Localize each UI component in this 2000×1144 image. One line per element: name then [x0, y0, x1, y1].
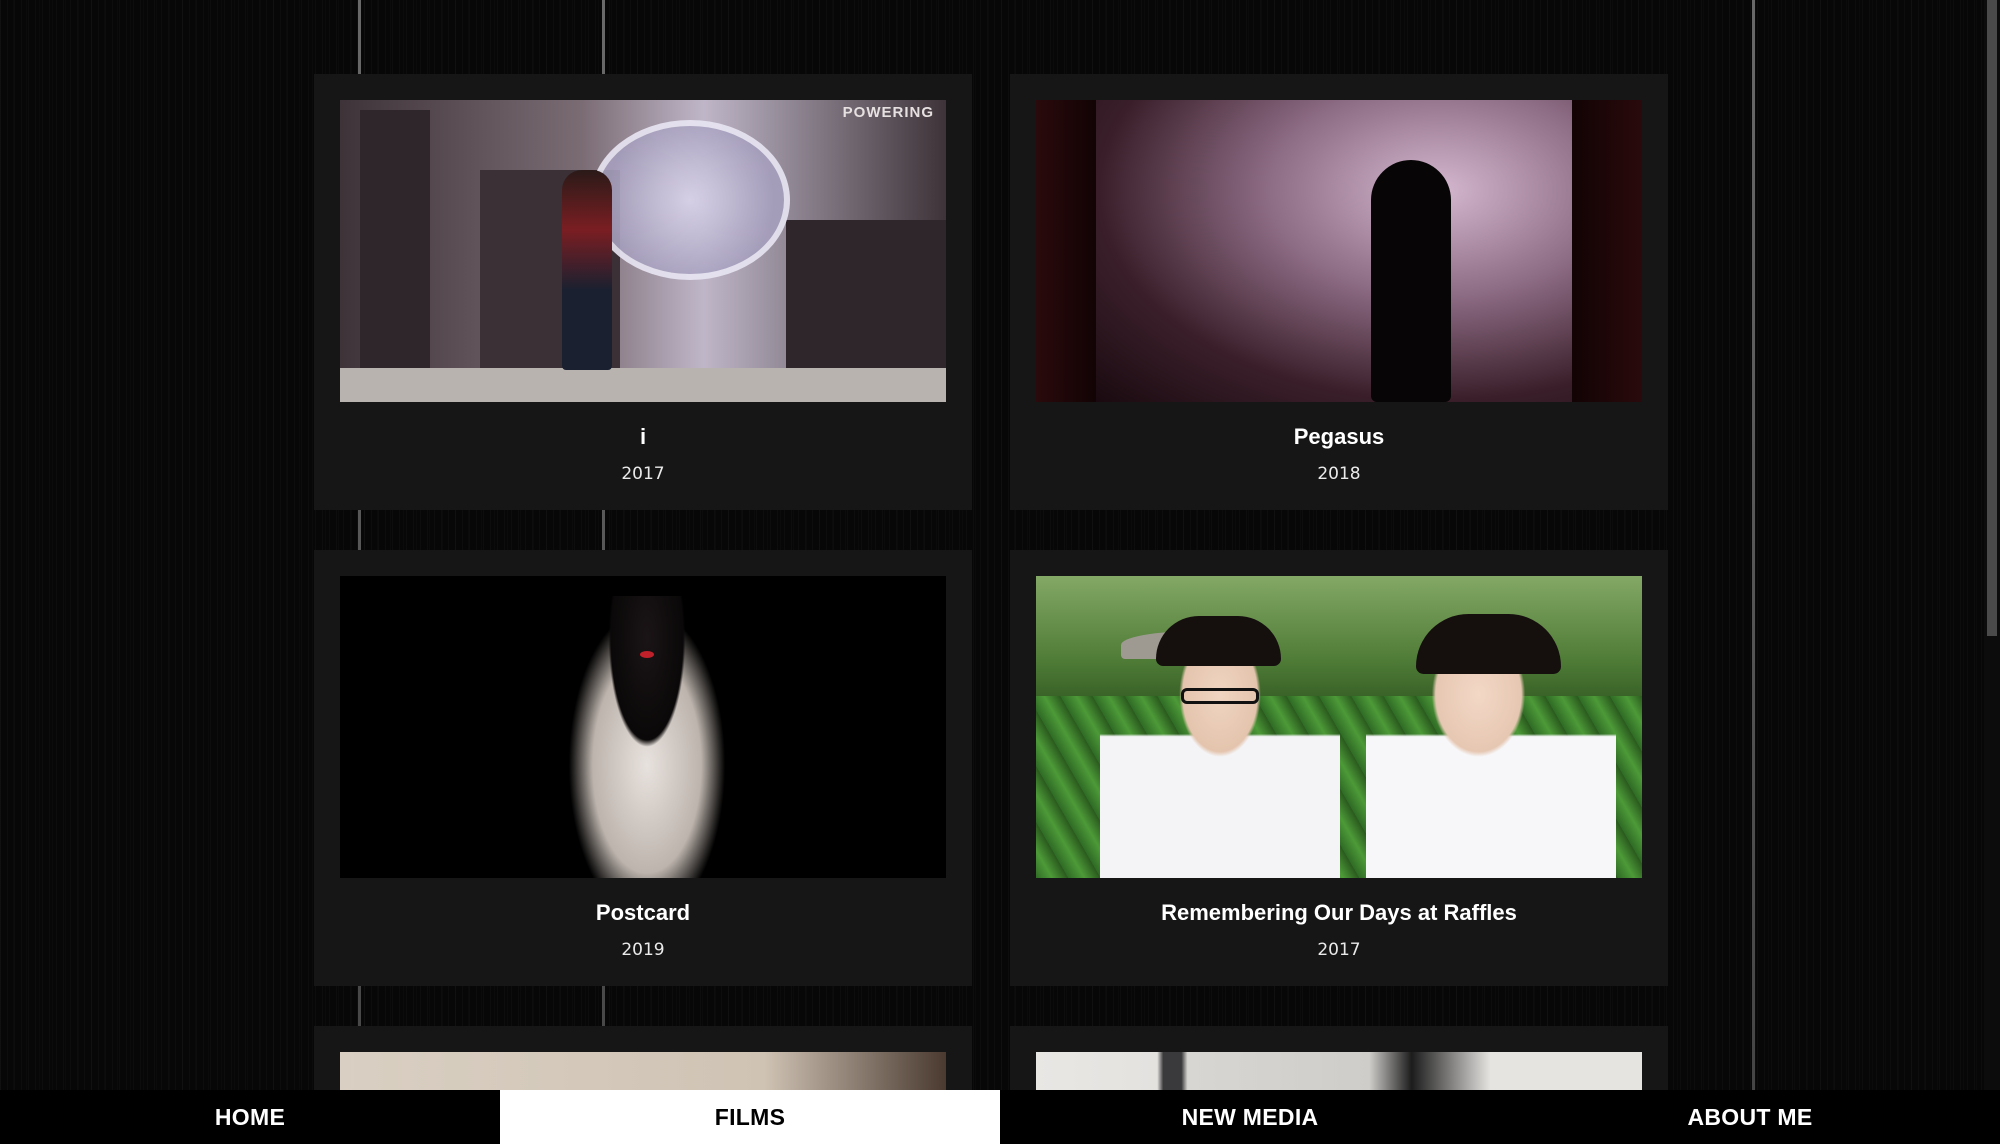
nav-home[interactable]: HOME — [0, 1090, 500, 1144]
mural-sign-text: POWERING — [842, 104, 934, 121]
person-figure — [562, 170, 612, 370]
glasses-detail — [1181, 688, 1259, 704]
film-thumbnail[interactable] — [340, 576, 946, 878]
hair-detail — [1416, 614, 1561, 674]
scrollbar-thumb[interactable] — [1987, 0, 1997, 636]
person-figure — [562, 596, 732, 878]
nav-new-media[interactable]: NEW MEDIA — [1000, 1090, 1500, 1144]
film-year: 2018 — [1317, 464, 1361, 484]
film-card-pegasus[interactable]: Pegasus 2018 — [1010, 74, 1668, 510]
film-card-i[interactable]: POWERING i 2017 — [314, 74, 972, 510]
film-title[interactable]: i — [314, 424, 972, 450]
film-thumbnail[interactable]: POWERING — [340, 100, 946, 402]
film-year: 2019 — [621, 940, 665, 960]
nav-about-me[interactable]: ABOUT ME — [1500, 1090, 2000, 1144]
film-scratch-line — [1752, 0, 1755, 1090]
film-thumbnail[interactable] — [1036, 576, 1642, 878]
film-title[interactable]: Pegasus — [1010, 424, 1668, 450]
film-grain-background — [0, 0, 2000, 1144]
film-card-remembering-our-days-at-raffles[interactable]: Remembering Our Days at Raffles 2017 — [1010, 550, 1668, 986]
film-card-postcard[interactable]: Postcard 2019 — [314, 550, 972, 986]
mural-building — [360, 110, 430, 370]
page-scrollbar[interactable] — [1984, 0, 2000, 1090]
stage-spotlight — [1096, 100, 1572, 402]
mural-ferris-wheel — [590, 120, 790, 280]
film-title[interactable]: Postcard — [314, 900, 972, 926]
film-year: 2017 — [621, 464, 665, 484]
person-silhouette — [1371, 160, 1451, 402]
stage-curtain-right — [1572, 100, 1642, 402]
film-year: 2017 — [1317, 940, 1361, 960]
bottom-navigation: HOME FILMS NEW MEDIA ABOUT ME — [0, 1090, 2000, 1144]
mural-floor — [340, 368, 946, 402]
film-thumbnail[interactable] — [1036, 100, 1642, 402]
hair-detail — [1156, 616, 1281, 666]
red-lips-detail — [640, 651, 654, 658]
stage-curtain-left — [1036, 100, 1096, 402]
nav-films[interactable]: FILMS — [500, 1090, 1000, 1144]
mural-building — [786, 220, 946, 370]
film-title[interactable]: Remembering Our Days at Raffles — [1010, 900, 1668, 926]
